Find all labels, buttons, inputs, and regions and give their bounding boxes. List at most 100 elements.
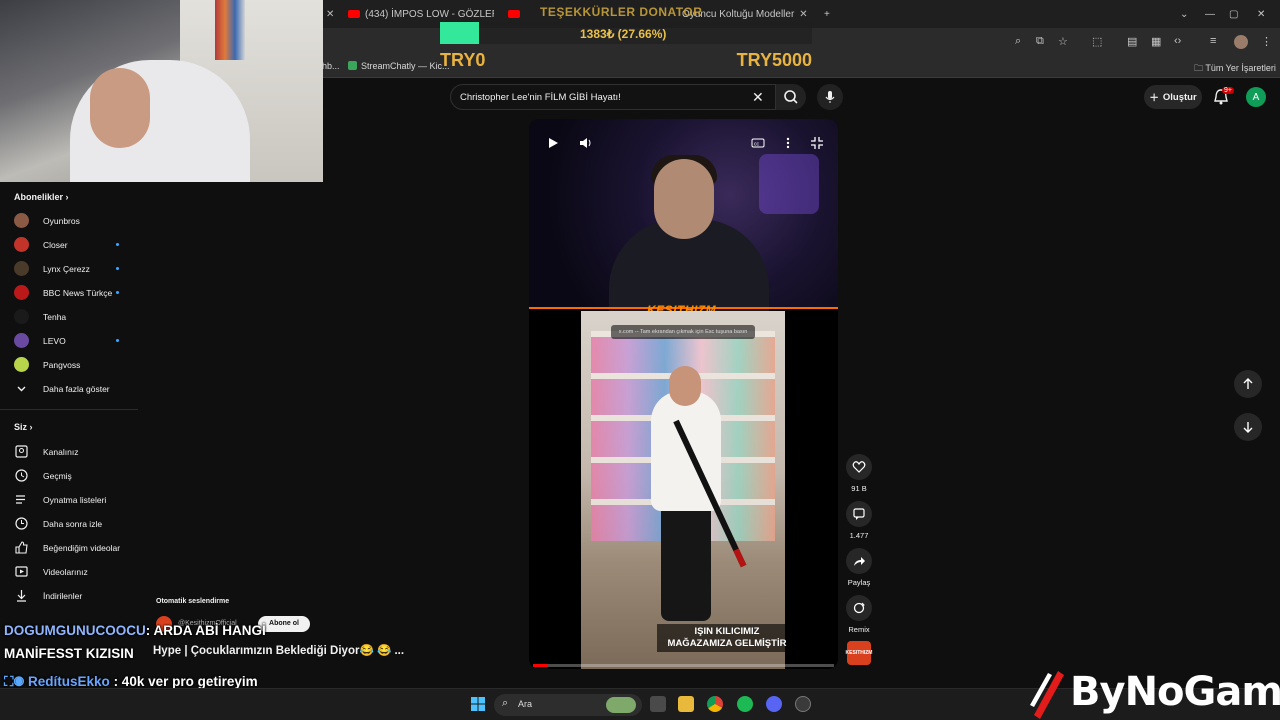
- sidebar-item-downloads[interactable]: İndirilenler: [14, 588, 138, 604]
- tab-search-icon[interactable]: ⌄: [1180, 4, 1188, 24]
- like-button[interactable]: [846, 454, 872, 480]
- previous-short-button[interactable]: [1234, 370, 1262, 398]
- woman-head: [669, 366, 701, 406]
- bynogame-watermark: ByNoGame: [1028, 665, 1280, 720]
- sidebar-item-subscription[interactable]: BBC News Türkçe: [14, 285, 138, 301]
- trash-icon[interactable]: ▤: [1127, 35, 1137, 48]
- sidebar: Abonelikler › Oyunbros Closer Lynx Çerezz B…: [0, 182, 138, 612]
- sidebar-item-channel[interactable]: Kanalınız: [14, 444, 138, 460]
- progress-track[interactable]: [533, 664, 834, 667]
- chrome-icon[interactable]: [707, 696, 723, 712]
- star-icon[interactable]: ☆: [1058, 35, 1068, 48]
- spotify-icon[interactable]: [737, 696, 753, 712]
- voice-search-button[interactable]: [817, 84, 843, 110]
- grid-icon[interactable]: ▦: [1151, 35, 1161, 48]
- task-view-icon[interactable]: [650, 696, 666, 712]
- subscriptions-header[interactable]: Abonelikler ›: [14, 192, 69, 202]
- sidebar-divider: [0, 409, 138, 410]
- sidebar-item-label: BBC News Türkçe: [43, 288, 113, 298]
- sidebar-item-label: Geçmiş: [43, 471, 72, 481]
- taskbar-search[interactable]: ⌕ Ara: [494, 694, 642, 716]
- sidebar-item-label: Daha sonra izle: [43, 519, 103, 529]
- obs-icon[interactable]: [795, 696, 811, 712]
- sidebar-item-your-videos[interactable]: Videolarınız: [14, 564, 138, 580]
- share-action[interactable]: Paylaş: [846, 548, 872, 587]
- menu-icon[interactable]: ⋮: [1261, 35, 1272, 48]
- volume-icon[interactable]: [578, 136, 592, 150]
- sidebar-item-label: LEVO: [43, 336, 66, 346]
- bookmark-item[interactable]: hb...: [322, 61, 340, 71]
- cast-icon[interactable]: ⧉: [1036, 35, 1044, 48]
- fullscreen-exit-icon[interactable]: [810, 136, 824, 150]
- comment-button[interactable]: [846, 501, 872, 527]
- more-options-icon[interactable]: [781, 136, 795, 150]
- sidebar-item-subscription[interactable]: Tenha: [14, 309, 138, 325]
- sidebar-item-label: Lynx Çerezz: [43, 264, 90, 274]
- video-caption: IŞIN KILICIMIZ MAĞAZAMIZA GELMİŞTİR: [657, 624, 797, 652]
- discord-icon[interactable]: [766, 696, 782, 712]
- code-icon[interactable]: ‹›: [1174, 35, 1181, 47]
- remix-button[interactable]: [846, 595, 872, 621]
- share-button[interactable]: [846, 548, 872, 574]
- channel-avatar: [14, 333, 29, 348]
- chevron-down-icon: [17, 386, 26, 392]
- like-count: 91 B: [851, 484, 867, 493]
- windows-start-icon[interactable]: [470, 696, 486, 712]
- shorts-player[interactable]: KESITHIZM x.com -- Tam ekrandan çıkmak i…: [529, 119, 838, 669]
- media-icon[interactable]: ≡: [1210, 35, 1216, 47]
- rgb-light: [759, 154, 819, 214]
- account-avatar[interactable]: A: [1246, 87, 1266, 107]
- short-title[interactable]: Hype | Çocuklarımızın Beklediği Diyor😂 😂…: [153, 643, 404, 657]
- like-action[interactable]: 91 B: [846, 454, 872, 493]
- channel-avatar: [14, 213, 29, 228]
- maximize-icon[interactable]: ▢: [1229, 4, 1238, 24]
- donation-max: TRY5000: [736, 50, 812, 70]
- you-header[interactable]: Siz ›: [14, 422, 33, 432]
- sidebar-item-watch-later[interactable]: Daha sonra izle: [14, 516, 138, 532]
- svg-text:cc: cc: [754, 142, 760, 148]
- remix-action[interactable]: Remix: [846, 595, 872, 634]
- sidebar-item-subscription[interactable]: Closer: [14, 237, 138, 253]
- new-tab-button[interactable]: +: [824, 4, 834, 24]
- webcam-shelf: [215, 0, 245, 60]
- chat-username: DOGUMGUNUCOOCU: [4, 623, 146, 638]
- sidebar-item-subscription[interactable]: Oyunbros: [14, 213, 138, 229]
- comment-action[interactable]: 1.477: [846, 501, 872, 540]
- captions-icon[interactable]: cc: [751, 136, 765, 150]
- tab-close-icon[interactable]: ✕: [326, 4, 336, 24]
- file-explorer-icon[interactable]: [678, 696, 694, 712]
- sidebar-item-subscription[interactable]: Pangvoss: [14, 357, 138, 373]
- sidebar-item-label: Oynatma listeleri: [43, 495, 107, 505]
- streamer-head: [654, 159, 714, 239]
- channel-thumbnail[interactable]: KESITHIZM: [846, 641, 872, 665]
- profile-avatar[interactable]: [1234, 35, 1248, 49]
- bynogame-logo-icon: [1030, 671, 1064, 719]
- play-icon[interactable]: [546, 136, 560, 150]
- next-short-button[interactable]: [1234, 413, 1262, 441]
- sidebar-item-subscription[interactable]: LEVO: [14, 333, 138, 349]
- zoom-icon[interactable]: ⌕: [1015, 35, 1021, 48]
- channel-avatar: [14, 285, 29, 300]
- window-close-icon[interactable]: ✕: [1257, 4, 1265, 24]
- mic-icon: [825, 91, 835, 103]
- all-bookmarks[interactable]: 🗀 Tüm Yer İşaretleri: [1194, 61, 1276, 77]
- create-button[interactable]: ＋ Oluştur: [1144, 85, 1202, 109]
- sidebar-item-history[interactable]: Geçmiş: [14, 468, 138, 484]
- sidebar-item-playlists[interactable]: Oynatma listeleri: [14, 492, 138, 508]
- donation-amount: 1383₺ (27.66%): [580, 27, 667, 41]
- clear-icon[interactable]: ✕: [752, 89, 764, 106]
- chat-text: MANİFESST KIZISIN: [4, 646, 134, 661]
- sidebar-item-subscription[interactable]: Lynx Çerezz: [14, 261, 138, 277]
- search-input[interactable]: Christopher Lee'nin FİLM GİBİ Hayatı!: [450, 84, 776, 110]
- webcam-feed: [0, 0, 323, 182]
- search-button[interactable]: [776, 84, 806, 110]
- sidebar-item-label: Kanalınız: [43, 447, 79, 457]
- bookmark-streamchatly[interactable]: StreamChatly — Kic...: [348, 61, 450, 71]
- chat-username: RedítusEkko: [28, 674, 110, 689]
- show-more-button[interactable]: Daha fazla göster: [14, 381, 138, 397]
- extensions-icon[interactable]: ⬚: [1092, 35, 1102, 48]
- search-query: Christopher Lee'nin FİLM GİBİ Hayatı!: [460, 92, 621, 103]
- minimize-icon[interactable]: —: [1205, 4, 1215, 24]
- liked-icon: [15, 541, 28, 554]
- sidebar-item-liked[interactable]: Beğendiğim videolar: [14, 540, 138, 556]
